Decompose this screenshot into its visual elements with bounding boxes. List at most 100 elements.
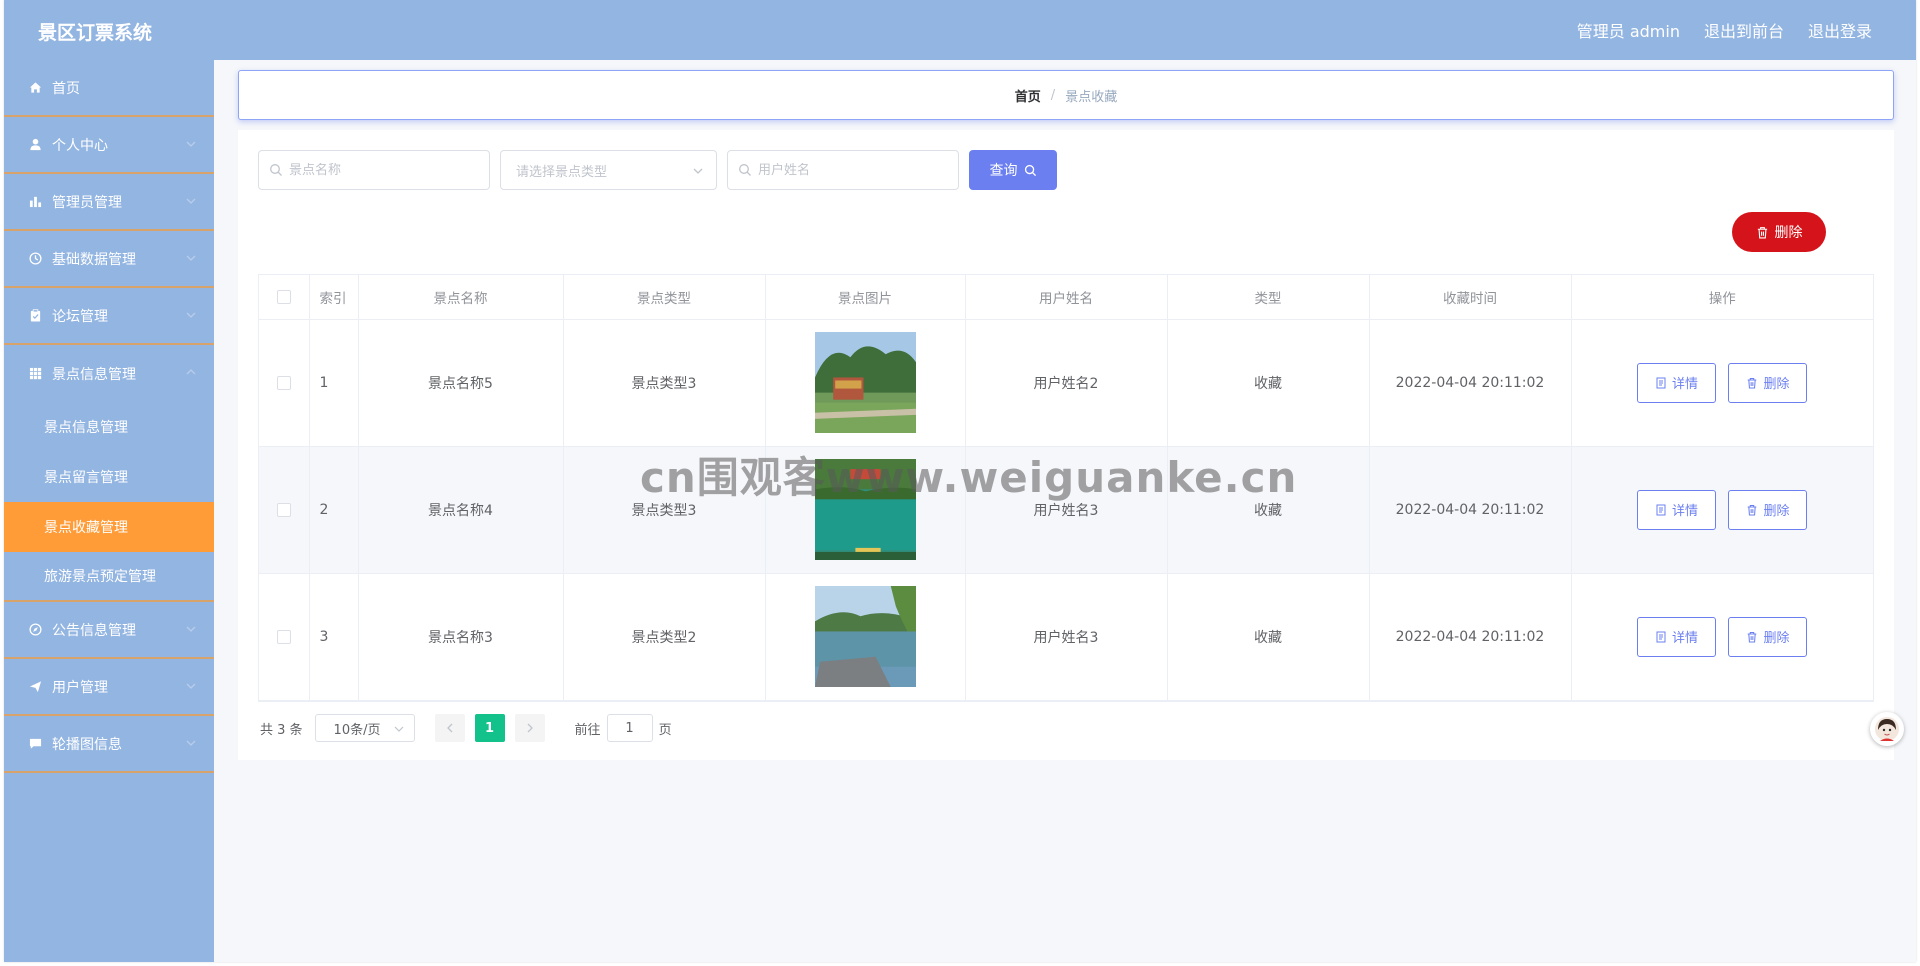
sidebar-item-forum[interactable]: 论坛管理	[4, 288, 214, 345]
chevron-down-icon	[186, 312, 196, 318]
sidebar-item-label: 用户管理	[52, 679, 108, 696]
goto-label: 前往	[574, 722, 601, 738]
row-delete-label: 删除	[1763, 631, 1790, 646]
search-icon	[1024, 164, 1036, 176]
breadcrumb: 首页 / 景点收藏	[238, 70, 1894, 120]
back-to-front-link[interactable]: 退出到前台	[1704, 18, 1784, 42]
attraction-thumbnail-image[interactable]	[814, 332, 916, 433]
sidebar-subitem-attraction-info[interactable]: 景点信息管理	[4, 402, 214, 452]
sidebar-item-home[interactable]: 首页	[4, 60, 214, 117]
row-actions: 详情 删除	[1571, 446, 1873, 574]
watermark-text: cn围观客www.weiguanke.cn	[640, 453, 1298, 502]
sidebar-item-notices[interactable]: 公告信息管理	[4, 602, 214, 659]
row-index: 3	[309, 573, 359, 701]
batch-delete-label: 删除	[1774, 225, 1803, 241]
attraction-name-input[interactable]	[289, 162, 439, 178]
row-select-cell	[259, 446, 310, 574]
sidebar-item-personal[interactable]: 个人中心	[4, 117, 214, 174]
message-icon	[28, 737, 42, 751]
app-title: 景区订票系统	[38, 22, 153, 44]
trash-icon	[1757, 226, 1767, 238]
breadcrumb-home[interactable]: 首页	[1015, 86, 1041, 105]
sidebar-subitem-attraction-favorites[interactable]: 景点收藏管理	[4, 502, 214, 552]
column-header: 操作	[1571, 275, 1873, 320]
chevron-down-icon	[186, 683, 196, 689]
sidebar: 首页 个人中心 管理员管理 基础数据管理 论坛管理 景点信息管理 景点信息管理 …	[4, 60, 214, 962]
sidebar-item-carousel[interactable]: 轮播图信息	[4, 716, 214, 773]
row-time: 2022-04-04 20:11:02	[1369, 446, 1572, 574]
column-header: 景点名称	[358, 275, 564, 320]
sidebar-item-admin[interactable]: 管理员管理	[4, 174, 214, 231]
sidebar-item-label: 个人中心	[52, 137, 108, 154]
page-suffix: 页	[658, 722, 672, 738]
page-size-select[interactable]: 10条/页	[314, 714, 415, 742]
batch-delete-button[interactable]: 删除	[1732, 212, 1826, 252]
sidebar-item-label: 首页	[52, 80, 80, 97]
column-header: 用户姓名	[965, 275, 1168, 320]
sidebar-item-label: 管理员管理	[52, 194, 122, 211]
trash-icon	[1748, 377, 1757, 388]
chevron-down-icon	[186, 740, 196, 746]
attraction-type-select[interactable]: 请选择景点类型	[500, 150, 717, 190]
detail-button[interactable]: 详情	[1637, 616, 1717, 657]
search-bar: 请选择景点类型 查询	[258, 150, 1057, 190]
sidebar-item-users[interactable]: 用户管理	[4, 659, 214, 716]
search-icon	[270, 164, 282, 176]
row-delete-button[interactable]: 删除	[1728, 362, 1808, 403]
row-delete-label: 删除	[1763, 504, 1790, 519]
goto-page-input[interactable]	[606, 714, 653, 742]
prev-page-button[interactable]	[434, 714, 465, 742]
column-header: 景点图片	[765, 275, 966, 320]
trash-icon	[1748, 631, 1757, 642]
row-checkbox[interactable]	[276, 502, 291, 517]
row-checkbox[interactable]	[276, 375, 291, 390]
user-name-input[interactable]	[758, 162, 908, 178]
next-page-button[interactable]	[514, 714, 545, 742]
admin-user-label[interactable]: 管理员 admin	[1577, 18, 1680, 42]
logout-link[interactable]: 退出登录	[1808, 18, 1872, 42]
attraction-submenu: 景点信息管理 景点留言管理 景点收藏管理 旅游景点预定管理	[4, 402, 214, 602]
row-attraction-type: 景点类型3	[563, 319, 766, 447]
sidebar-item-attraction-info[interactable]: 景点信息管理	[4, 345, 214, 402]
clipboard-icon	[28, 309, 42, 323]
compass-icon	[28, 623, 42, 637]
row-image-cell	[765, 319, 966, 447]
page-number-button[interactable]: 1	[474, 714, 505, 742]
chevron-down-icon	[693, 168, 703, 174]
attraction-name-field	[258, 150, 490, 190]
row-attraction-name: 景点名称5	[358, 319, 564, 447]
row-time: 2022-04-04 20:11:02	[1369, 319, 1572, 447]
row-delete-button[interactable]: 删除	[1728, 616, 1808, 657]
sidebar-subitem-attraction-booking[interactable]: 旅游景点预定管理	[4, 552, 214, 602]
attraction-thumbnail-image[interactable]	[814, 586, 916, 687]
chevron-down-icon	[186, 255, 196, 261]
query-button-label: 查询	[989, 163, 1018, 179]
row-checkbox[interactable]	[276, 629, 291, 644]
detail-button[interactable]: 详情	[1637, 362, 1717, 403]
row-delete-button[interactable]: 删除	[1728, 489, 1808, 530]
assistant-avatar[interactable]	[1870, 712, 1904, 746]
row-image-cell	[765, 573, 966, 701]
column-header: 收藏时间	[1369, 275, 1572, 320]
send-icon	[28, 680, 42, 694]
row-actions: 详情 删除	[1571, 573, 1873, 701]
chevron-down-icon	[186, 626, 196, 632]
chevron-left-icon	[446, 723, 453, 733]
query-button[interactable]: 查询	[969, 150, 1057, 190]
sidebar-subitem-attraction-comments[interactable]: 景点留言管理	[4, 452, 214, 502]
document-icon	[1656, 504, 1666, 515]
select-all-checkbox[interactable]	[276, 289, 291, 304]
column-header: 景点类型	[563, 275, 766, 320]
detail-label: 详情	[1672, 377, 1699, 392]
row-attraction-type: 景点类型2	[563, 573, 766, 701]
search-icon	[739, 164, 751, 176]
sidebar-item-basic-data[interactable]: 基础数据管理	[4, 231, 214, 288]
sidebar-item-label: 轮播图信息	[52, 736, 122, 753]
sidebar-item-label: 公告信息管理	[52, 622, 136, 639]
row-delete-label: 删除	[1763, 377, 1790, 392]
bar-chart-icon	[28, 195, 42, 209]
row-attraction-name: 景点名称4	[358, 446, 564, 574]
grid-icon	[28, 367, 42, 381]
breadcrumb-current: 景点收藏	[1065, 89, 1118, 105]
detail-button[interactable]: 详情	[1637, 489, 1717, 530]
